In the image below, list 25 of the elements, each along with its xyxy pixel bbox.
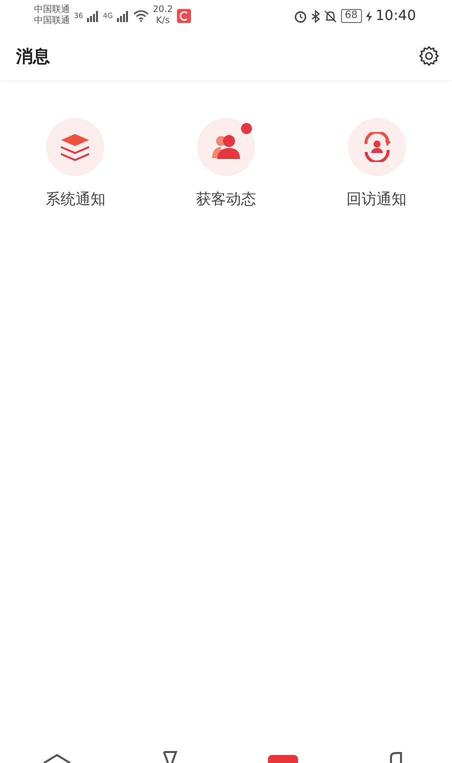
unread-dot [240, 123, 252, 134]
speed-unit: K/s [156, 16, 170, 27]
signal-icon [116, 10, 129, 22]
alarm-icon [294, 10, 307, 22]
carrier-name: 中国联通 [34, 16, 70, 27]
layers-icon [60, 133, 90, 161]
page-title: 消息 [16, 46, 50, 68]
cup-icon[interactable] [162, 751, 178, 763]
clock-time: 10:40 [376, 8, 416, 24]
people-icon [210, 134, 241, 160]
mute-bell-icon [324, 10, 337, 22]
category-label[interactable]: 系统通知 [45, 190, 106, 209]
charging-icon [366, 10, 372, 22]
category-label[interactable]: 回访通知 [346, 190, 407, 209]
carrier-name: 中国联通 [34, 5, 70, 16]
signal-icon [86, 10, 99, 22]
wifi-icon [132, 10, 149, 22]
network-speed: 20.2 [152, 5, 173, 16]
battery-level: 68 [340, 9, 362, 23]
home-icon[interactable] [42, 751, 72, 763]
category-label[interactable]: 获客动态 [196, 190, 256, 209]
bluetooth-icon [310, 10, 320, 22]
app-notification-icon [176, 9, 191, 23]
settings-icon[interactable] [418, 45, 440, 67]
page-icon[interactable] [388, 751, 402, 763]
